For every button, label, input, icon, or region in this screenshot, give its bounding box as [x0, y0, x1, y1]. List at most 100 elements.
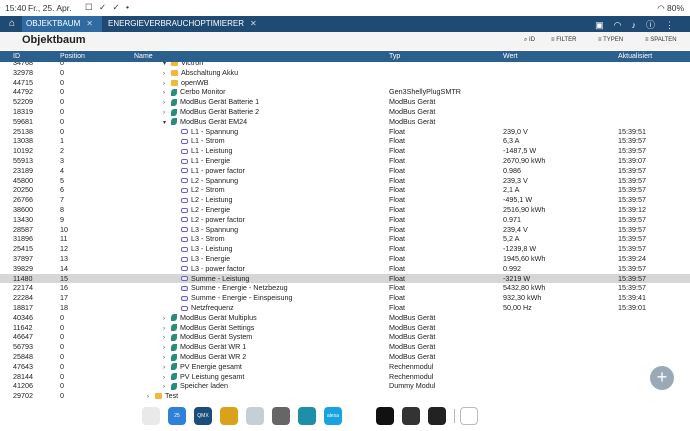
cell-position: 0 [60, 107, 64, 116]
table-row[interactable]: 29702 0 › Test [0, 391, 690, 401]
table-row[interactable]: 10192 2 L1 - Leistung Float -1487,5 W 15:39:5… [0, 146, 690, 156]
column-header-position[interactable]: Position [60, 53, 85, 60]
table-row[interactable]: 41206 0 › Speicher laden Dummy Modul [0, 381, 690, 391]
cell-id: 23189 [13, 165, 33, 175]
dock-app-icon[interactable] [272, 407, 290, 425]
state-icon [181, 305, 188, 311]
close-icon[interactable]: ✕ [250, 19, 257, 28]
table-row[interactable]: 13430 9 L2 - power factor Float 0.971 15:39:5… [0, 215, 690, 225]
table-row[interactable]: 28587 10 L3 - Spannung Float 239,4 V 15:39:57 [0, 225, 690, 235]
table-row[interactable]: 44715 0 › openWB [0, 78, 690, 88]
table-row[interactable]: 11480 15 Summe - Leistung Float -3219 W 15:39… [0, 273, 690, 284]
dock-app-icon[interactable] [220, 407, 238, 425]
dock-app-icon[interactable] [142, 407, 160, 425]
dock-app-icon[interactable]: 25 [168, 407, 186, 425]
dock-app-icon[interactable] [402, 407, 420, 425]
bell-icon[interactable]: ♪ [631, 20, 646, 30]
wifi-signal-icon[interactable]: ◠ [614, 20, 632, 30]
dock-app-icon[interactable] [376, 407, 394, 425]
table-row[interactable]: 51652 0 ›TileView [0, 401, 690, 402]
dock-app-icon[interactable] [298, 407, 316, 425]
table-row[interactable]: 25848 0 › ModBus Gerät WR 2 ModBus Gerät [0, 352, 690, 362]
table-row[interactable]: 45800 5 L2 - Spannung Float 239,3 V 15:39:57 [0, 176, 690, 186]
table-row[interactable]: 13038 1 L1 - Strom Float 6,3 A 15:39:57 [0, 136, 690, 146]
table-row[interactable]: 59681 0 ▾ ModBus Gerät EM24 ModBus Gerät [0, 117, 690, 127]
column-header-updated[interactable]: Aktualisiert [618, 53, 652, 60]
table-row[interactable]: 23189 4 L1 - power factor Float 0.986 15:39:5… [0, 166, 690, 176]
cell-updated: 15:39:07 [618, 156, 646, 165]
column-header-type[interactable]: Typ [389, 53, 400, 60]
cell-type: Float [389, 165, 405, 175]
table-row[interactable]: 25138 0 L1 - Spannung Float 239,0 V 15:39:51 [0, 127, 690, 137]
table-row[interactable]: 22284 17 Summe - Energie - Einspeisung Floa… [0, 293, 690, 303]
table-row[interactable]: 38600 8 L2 - Energie Float 2516,90 kWh 15:39:… [0, 205, 690, 215]
table-row[interactable]: 37897 13 L3 - Energie Float 1945,60 kWh 15:39… [0, 254, 690, 264]
table-row[interactable]: 25415 12 L3 - Leistung Float -1239,8 W 15:39:… [0, 244, 690, 254]
state-icon [181, 129, 188, 135]
table-row[interactable]: 22174 16 Summe - Energie - Netzbezug Float 5… [0, 283, 690, 293]
device-icon [171, 324, 177, 332]
cell-value: 239,4 V [503, 224, 528, 234]
table-row[interactable]: 11642 0 › ModBus Gerät Settings ModBus Gerät [0, 323, 690, 333]
cell-id: 44792 [13, 87, 33, 97]
more-icon[interactable]: ⋮ [665, 20, 684, 30]
cell-type: Float [389, 136, 405, 146]
object-tree-table: 34768 0 ▾ Victron 32978 0 › Abschaltung Akku 447… [0, 62, 690, 402]
table-row[interactable]: 44792 0 › Cerbo Monitor Gen3ShellyPlugSMTR [0, 87, 690, 97]
dock-app-icon[interactable] [350, 407, 368, 425]
device-icon [171, 343, 177, 351]
status-bar: 15:40 Fr., 25. Apr. ☐ ✓ ✓ • ◠ 80% [0, 0, 690, 16]
table-row[interactable]: 56793 0 › ModBus Gerät WR 1 ModBus Gerät [0, 342, 690, 352]
info-icon[interactable]: ⓘ [646, 20, 665, 30]
cart-icon[interactable]: ▣ [595, 20, 614, 30]
table-row[interactable]: 31896 11 L3 - Strom Float 5,2 A 15:39:57 [0, 234, 690, 244]
id-button[interactable]: ⌕ ID [524, 37, 535, 44]
filter-button[interactable]: ≡ FILTER [551, 37, 576, 43]
cell-id: 13038 [13, 136, 33, 146]
table-row[interactable]: 40346 0 › ModBus Gerät Multiplus ModBus Gerä… [0, 313, 690, 323]
types-button[interactable]: ≡ TYPEN [598, 37, 623, 43]
cell-updated: 15:39:57 [618, 224, 646, 234]
add-button[interactable]: + [650, 366, 674, 390]
row-name-label: L2 - power factor [191, 214, 245, 224]
table-row[interactable]: 18817 18 Netzfrequenz Float 50,00 Hz 15:39:01 [0, 303, 690, 313]
table-row[interactable]: 46647 0 › ModBus Gerät System ModBus Gerät [0, 332, 690, 342]
table-row[interactable]: 55913 3 L1 - Energie Float 2670,90 kWh 15:39:… [0, 156, 690, 166]
close-icon[interactable]: ✕ [86, 19, 93, 28]
cell-type: Float [389, 214, 405, 224]
tab-objektbaum[interactable]: OBJEKTBAUM ✕ [22, 16, 102, 32]
table-row[interactable]: 28144 0 › PV Leistung gesamt Rechenmodul [0, 372, 690, 382]
cell-id: 41206 [13, 381, 33, 391]
recent-apps-icon[interactable] [460, 407, 478, 425]
cell-position: 0 [60, 77, 64, 87]
device-icon [171, 382, 177, 390]
cell-type: Float [389, 185, 405, 195]
cell-name: Netzfrequenz [181, 303, 234, 313]
dock-app-icon[interactable] [428, 407, 446, 425]
dock-app-icon[interactable] [246, 407, 264, 425]
table-row[interactable]: 52209 0 › ModBus Gerät Batterie 1 ModBus Ger… [0, 97, 690, 107]
tab-energieverbrauchoptimierer[interactable]: ENERGIEVERBRAUCHOPTIMIERER ✕ [104, 16, 258, 32]
table-row[interactable]: 39829 14 L3 - power factor Float 0.992 15:39:… [0, 264, 690, 274]
table-row[interactable]: 47643 0 › PV Energie gesamt Rechenmodul [0, 362, 690, 372]
table-row[interactable]: 26766 7 L2 - Leistung Float -495,1 W 15:39:57 [0, 195, 690, 205]
column-header-id[interactable]: ID [13, 53, 20, 60]
table-row[interactable]: 18319 0 › ModBus Gerät Batterie 2 ModBus Ger… [0, 107, 690, 117]
cell-position: 6 [60, 185, 64, 195]
row-name-label: openWB [181, 77, 209, 87]
cell-type: ModBus Gerät [389, 352, 436, 361]
row-name-label: L2 - Leistung [191, 195, 233, 205]
cell-value: 239,0 V [503, 126, 528, 136]
cell-type: ModBus Gerät [389, 97, 436, 107]
dock-app-icon[interactable]: QMX [194, 407, 212, 425]
column-header-value[interactable]: Wert [503, 53, 518, 60]
dock-app-icon[interactable]: alexa [324, 407, 342, 425]
columns-button[interactable]: ≡ SPALTEN [645, 37, 677, 43]
column-header-name[interactable]: Name [134, 53, 153, 60]
home-icon[interactable]: ⌂ [4, 18, 20, 30]
table-row[interactable]: 20250 6 L2 - Strom Float 2,1 A 15:39:57 [0, 185, 690, 195]
table-row[interactable]: 32978 0 › Abschaltung Akku [0, 68, 690, 78]
cell-id: 13430 [13, 214, 33, 224]
row-name-label: L3 - Strom [191, 234, 225, 244]
cell-value: -495,1 W [503, 195, 533, 205]
